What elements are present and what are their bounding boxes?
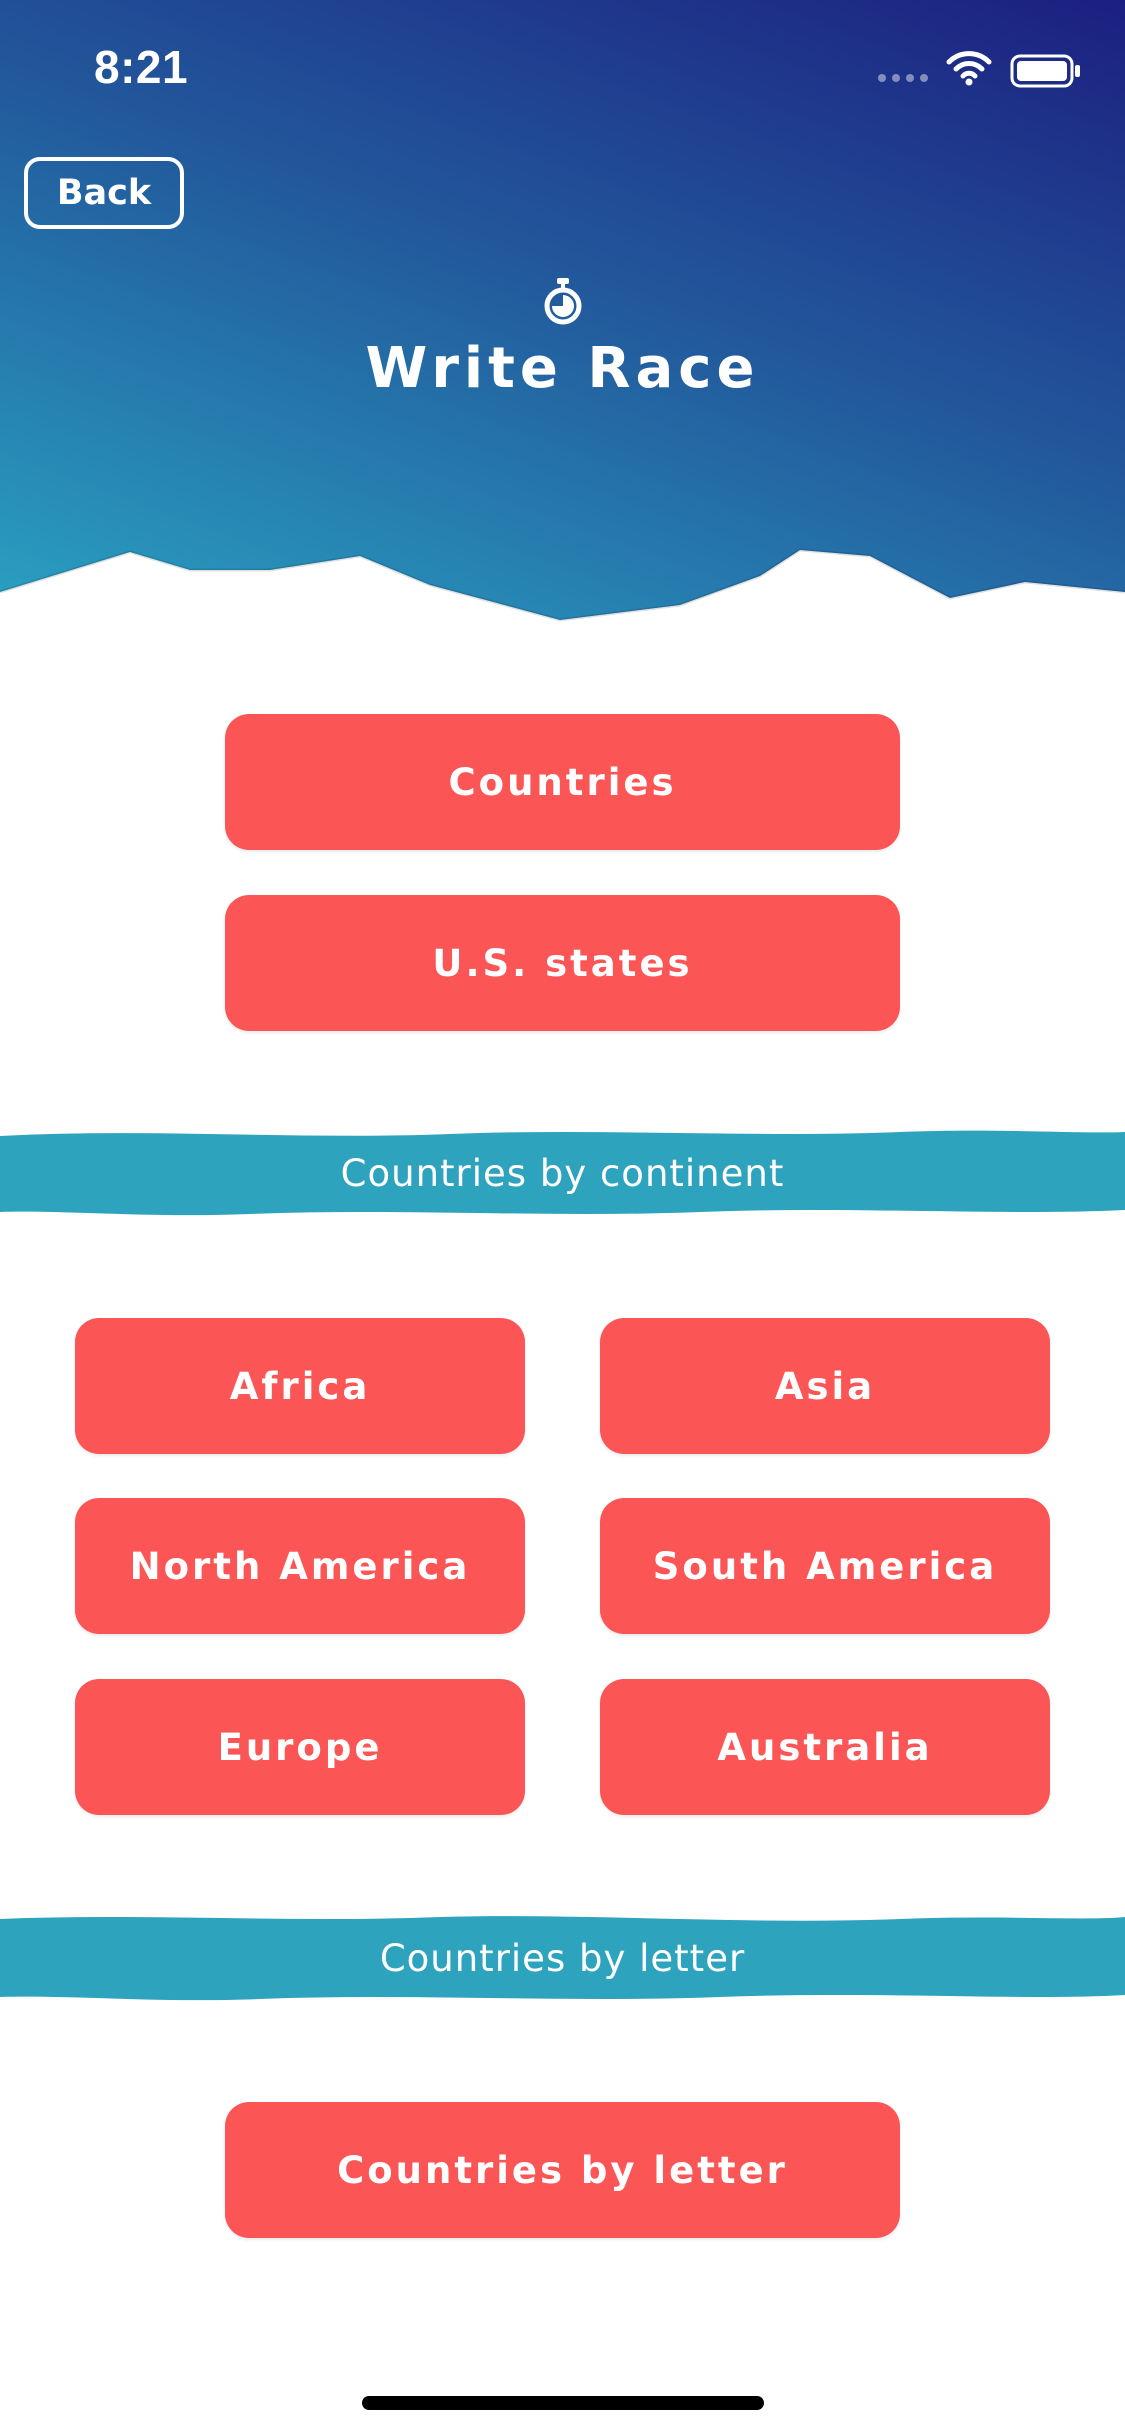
status-bar-time: 8:21 [94, 41, 189, 93]
letter-section-title: Countries by letter [379, 1936, 746, 1980]
south-america-button[interactable]: South America [600, 1498, 1050, 1634]
continent-section-title: Countries by continent [340, 1151, 785, 1195]
countries-by-letter-button[interactable]: Countries by letter [225, 2102, 900, 2238]
europe-button[interactable]: Europe [75, 1679, 525, 1815]
letter-section-banner: Countries by letter [0, 1913, 1125, 2003]
us-states-button[interactable]: U.S. states [225, 895, 900, 1031]
north-america-button[interactable]: North America [75, 1498, 525, 1634]
australia-button[interactable]: Australia [600, 1679, 1050, 1815]
wifi-icon [946, 51, 992, 86]
continent-section-banner: Countries by continent [0, 1128, 1125, 1218]
countries-button[interactable]: Countries [225, 714, 900, 850]
africa-button[interactable]: Africa [75, 1318, 525, 1454]
back-button[interactable]: Back [24, 157, 184, 229]
header: 8:21 Back Write Race [0, 0, 1125, 650]
home-indicator [362, 2396, 764, 2410]
cellular-signal-icon [878, 74, 928, 82]
app-title: Write Race [365, 336, 760, 401]
battery-icon [1010, 54, 1080, 88]
stopwatch-icon [544, 278, 582, 325]
header-torn-edge [0, 548, 1125, 650]
asia-button[interactable]: Asia [600, 1318, 1050, 1454]
